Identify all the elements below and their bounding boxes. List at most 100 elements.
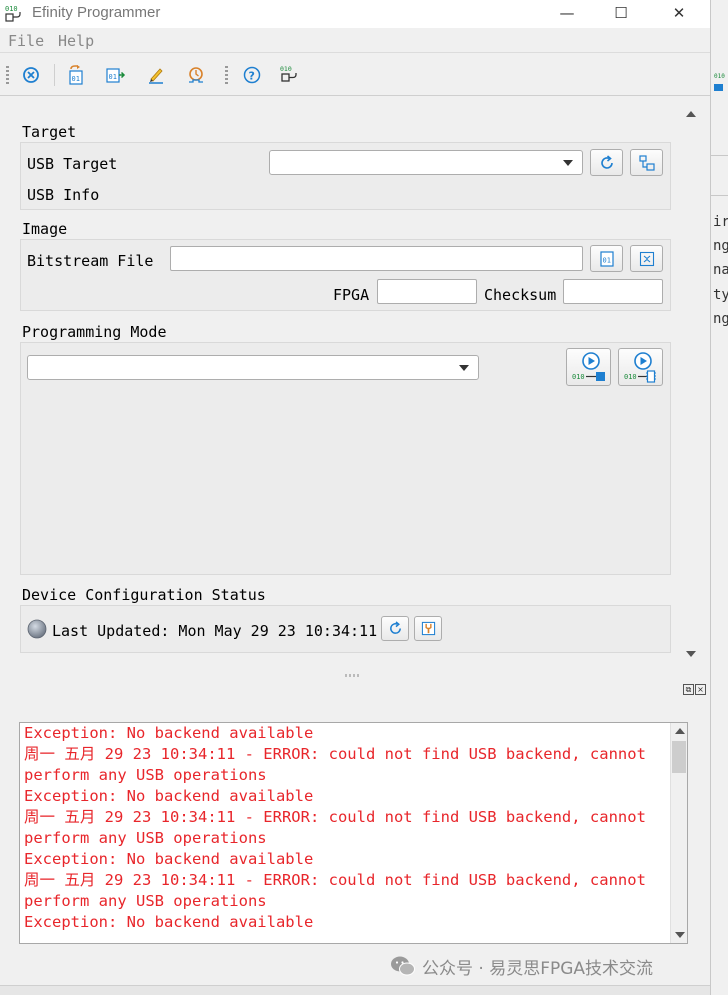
program-button[interactable]: 01 — [104, 63, 128, 87]
target-group: USB Target USB Info — [20, 142, 671, 210]
usb-info-button[interactable] — [630, 149, 663, 176]
open-bitstream-icon: 01 — [69, 65, 83, 85]
minimize-button[interactable]: — — [545, 0, 589, 26]
bitstream-file-label: Bitstream File — [27, 252, 154, 270]
bitstream-info-button[interactable] — [630, 245, 663, 272]
refresh-status-button[interactable] — [381, 616, 409, 641]
programming-mode-dropdown[interactable] — [27, 355, 479, 380]
timer-button[interactable] — [184, 63, 208, 87]
image-section-title: Image — [22, 220, 68, 238]
usb-target-dropdown[interactable] — [269, 150, 583, 175]
scroll-down-icon[interactable] — [675, 932, 685, 938]
log-output[interactable]: Exception: No backend available 周一 五月 29… — [19, 722, 688, 944]
refresh-icon — [389, 621, 401, 634]
watermark: 公众号 · 易灵思FPGA技术交流 — [390, 951, 653, 981]
program-icon: 01 — [106, 68, 126, 83]
bitstream-file-icon: 01 — [599, 250, 614, 267]
menu-help[interactable]: Help — [58, 32, 94, 50]
edit-icon — [149, 68, 163, 84]
device-tree-icon — [638, 154, 655, 171]
toolbar-grip[interactable] — [6, 66, 9, 84]
main-panel: Target USB Target USB Info Image Bitstre… — [0, 97, 680, 667]
log-line: Exception: No backend available — [24, 787, 314, 805]
log-line: Exception: No backend available — [24, 850, 314, 868]
help-button[interactable]: ? — [240, 63, 264, 87]
log-line: Exception: No backend available — [24, 724, 314, 742]
svg-text:010: 010 — [280, 65, 292, 73]
open-bitstream-button[interactable]: 01 — [64, 63, 88, 87]
log-line: perform any USB operations — [24, 766, 267, 784]
title-bar: 010 Efinity Programmer — ☐ ✕ — [0, 0, 710, 28]
log-lines: Exception: No backend available 周一 五月 29… — [24, 723, 664, 933]
last-updated-text: Last Updated: Mon May 29 23 10:34:11 — [52, 622, 378, 640]
watermark-text: 公众号 · 易灵思FPGA技术交流 — [422, 958, 654, 979]
log-line: 周一 五月 29 23 10:34:11 - ERROR: could not … — [24, 808, 646, 826]
start-verify-button[interactable]: 010 — [618, 348, 663, 386]
toolbar-grip[interactable] — [225, 66, 228, 84]
taskbar-strip — [0, 985, 710, 995]
maximize-button[interactable]: ☐ — [599, 0, 643, 26]
target-section-title: Target — [22, 123, 77, 141]
background-text-fragment: na — [713, 262, 728, 278]
log-line: 周一 五月 29 23 10:34:11 - ERROR: could not … — [24, 871, 646, 889]
log-line: perform any USB operations — [24, 892, 267, 910]
config-status-button[interactable] — [414, 616, 442, 641]
svg-text:010: 010 — [714, 73, 725, 80]
svg-text:01: 01 — [72, 75, 80, 83]
background-window: 010 ir ng na ty ng — [710, 0, 728, 995]
program-flash-icon: 010 — [624, 352, 656, 383]
log-line: Exception: No backend available — [24, 913, 314, 931]
close-dock-icon[interactable]: × — [695, 684, 706, 695]
svg-text:010: 010 — [572, 373, 585, 381]
svg-text:01: 01 — [602, 256, 610, 264]
svg-text:010: 010 — [624, 373, 637, 381]
edit-button[interactable] — [144, 63, 168, 87]
refresh-icon — [600, 154, 613, 169]
usb-info-label: USB Info — [27, 186, 100, 204]
device-status-section-title: Device Configuration Status — [22, 586, 266, 604]
chevron-down-icon — [459, 365, 469, 371]
log-scrollbar[interactable] — [670, 723, 687, 943]
svg-text:?: ? — [249, 70, 255, 83]
app-icon: 010 — [5, 5, 21, 22]
programmer-window: 010 Efinity Programmer — ☐ ✕ File Help 0… — [0, 0, 710, 995]
start-program-button[interactable]: 010 — [566, 348, 611, 386]
splitter-handle[interactable] — [345, 674, 361, 677]
stop-button[interactable] — [19, 63, 43, 87]
expand-info-icon — [639, 251, 654, 266]
image-group: Bitstream File 01 FPGA Checksum — [20, 239, 671, 311]
panel-scrollbar[interactable] — [682, 106, 699, 662]
status-indicator-icon — [27, 619, 47, 639]
usb-target-label: USB Target — [27, 155, 118, 173]
fpga-field[interactable] — [377, 279, 477, 304]
svg-text:01: 01 — [109, 73, 117, 81]
log-line: 周一 五月 29 23 10:34:11 - ERROR: could not … — [24, 745, 646, 763]
menu-bar: File Help — [0, 29, 710, 53]
close-button[interactable]: ✕ — [657, 0, 701, 26]
menu-file[interactable]: File — [8, 32, 44, 50]
device-status-group: Last Updated: Mon May 29 23 10:34:11 — [20, 605, 671, 653]
refresh-usb-button[interactable] — [590, 149, 623, 176]
help-icon: ? — [243, 66, 261, 84]
background-text-fragment: ty — [713, 287, 728, 303]
scroll-up-icon[interactable] — [675, 728, 685, 734]
scroll-thumb[interactable] — [672, 741, 686, 773]
checksum-label: Checksum — [484, 286, 557, 304]
stop-icon — [23, 67, 39, 83]
programming-mode-group: 010 010 — [20, 342, 671, 575]
scroll-up-icon[interactable] — [686, 111, 696, 117]
background-text-fragment: ng — [713, 311, 728, 327]
checksum-field[interactable] — [563, 279, 663, 304]
select-bitstream-button[interactable]: 01 — [590, 245, 623, 272]
svg-text:010: 010 — [5, 5, 18, 13]
background-text-fragment: ng — [713, 238, 728, 254]
scroll-down-icon[interactable] — [686, 651, 696, 657]
bitstream-file-input[interactable] — [170, 246, 583, 271]
timer-icon — [189, 67, 203, 83]
connect-icon: 010 — [280, 65, 297, 82]
program-play-icon: 010 — [572, 352, 605, 381]
connect-button[interactable]: 010 — [278, 63, 302, 87]
window-title: Efinity Programmer — [32, 4, 161, 21]
toolbar: 01 01 ? 010 — [0, 54, 710, 96]
float-dock-icon[interactable]: ⧉ — [683, 684, 694, 695]
